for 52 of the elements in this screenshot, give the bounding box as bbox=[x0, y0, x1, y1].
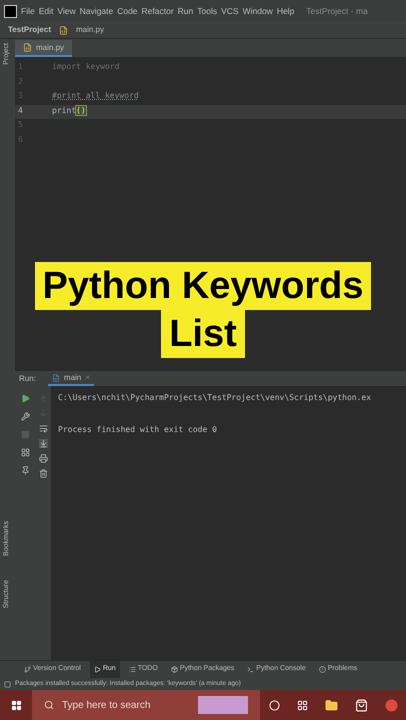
title-banner: Python Keywords bbox=[34, 262, 372, 310]
python-file-icon bbox=[58, 26, 68, 34]
folder-icon[interactable] bbox=[324, 698, 338, 712]
store-bag-icon[interactable] bbox=[354, 698, 368, 712]
scroll-to-end-icon[interactable] bbox=[38, 439, 48, 448]
wrap-icon[interactable] bbox=[38, 424, 48, 433]
python-file-icon bbox=[52, 374, 60, 382]
pin-icon[interactable] bbox=[20, 466, 30, 475]
task-view-icon[interactable] bbox=[296, 700, 308, 710]
menu-item[interactable]: Refactor bbox=[142, 4, 174, 18]
project-breadcrumb[interactable]: TestProject bbox=[8, 24, 51, 36]
trash-icon[interactable] bbox=[38, 469, 48, 478]
code-line: import keyword bbox=[52, 62, 120, 71]
packages-tab-icon bbox=[170, 666, 178, 673]
line-number: 4 bbox=[17, 104, 24, 116]
menu-item[interactable]: Tools bbox=[197, 4, 218, 18]
menu-item[interactable]: Run bbox=[178, 4, 194, 18]
code-line: print() bbox=[52, 106, 86, 114]
taskbar-search-field[interactable]: Type here to search bbox=[32, 690, 260, 720]
wrench-icon[interactable] bbox=[20, 412, 30, 421]
menu-item[interactable]: Code bbox=[117, 4, 138, 18]
run-tab-icon bbox=[94, 666, 101, 673]
rerun-icon[interactable] bbox=[20, 394, 30, 403]
menu-item[interactable]: View bbox=[57, 4, 76, 18]
menu-item[interactable]: Help bbox=[276, 4, 294, 18]
window-title: TestProject - ma bbox=[306, 4, 368, 18]
status-icon bbox=[4, 680, 11, 688]
app-logo-icon bbox=[4, 4, 17, 18]
console-output: Process finished with exit code 0 bbox=[58, 424, 218, 436]
file-breadcrumb[interactable]: main.py bbox=[76, 24, 104, 36]
problems-tab-icon bbox=[318, 666, 326, 673]
print-icon[interactable] bbox=[38, 454, 48, 463]
windows-start-icon[interactable] bbox=[10, 700, 22, 710]
layout-icon[interactable] bbox=[20, 448, 30, 457]
title-banner: List bbox=[161, 310, 245, 358]
browser-icon[interactable] bbox=[384, 698, 398, 712]
menu-item[interactable]: Navigate bbox=[80, 4, 114, 18]
console-tab-icon bbox=[247, 666, 254, 673]
cortana-circle-icon[interactable] bbox=[268, 700, 280, 710]
editor-tab[interactable]: main.py bbox=[15, 40, 72, 57]
vcs-tab-icon bbox=[24, 666, 31, 673]
python-file-icon bbox=[23, 43, 32, 52]
menu-item[interactable]: VCS bbox=[221, 4, 239, 18]
console-output: C:\Users\nchit\PycharmProjects\TestProject\venv\Scripts\python.ex bbox=[58, 392, 372, 404]
code-line: #print all keyword bbox=[52, 91, 139, 100]
menu-item[interactable]: File bbox=[21, 4, 35, 18]
configuration-tab[interactable]: main bbox=[64, 372, 82, 384]
run-label: Run: bbox=[19, 372, 36, 384]
todo-tab-icon bbox=[128, 666, 136, 673]
menu-item[interactable]: Window bbox=[242, 4, 273, 18]
menu-item[interactable]: Edit bbox=[38, 4, 54, 18]
search-icon bbox=[44, 700, 54, 710]
